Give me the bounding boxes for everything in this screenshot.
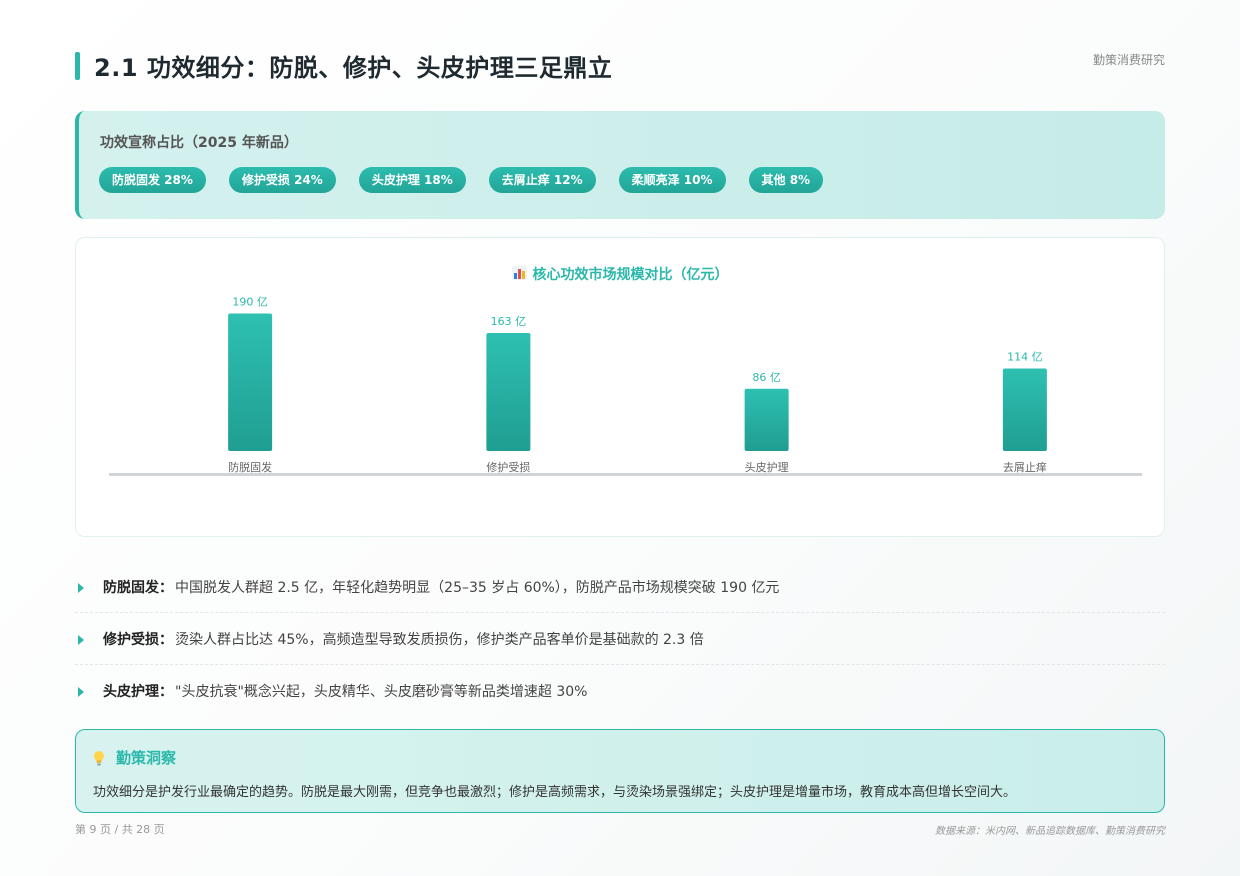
claim-pill: 其他 8%: [748, 167, 824, 193]
claim-pill: 柔顺亮泽 10%: [618, 167, 726, 193]
list-item: 头皮护理： "头皮抗衰"概念兴起，头皮精华、头皮磨砂膏等新品类增速超 30%: [75, 665, 1165, 717]
brand-label: 勤策消费研究: [1092, 53, 1165, 67]
page-title: 2.1 功效细分：防脱、修护、头皮护理三足鼎立: [94, 54, 613, 82]
claim-pill: 头皮护理 18%: [358, 167, 466, 193]
chart-card: 190 亿防脱固发 163 亿修护受损 86 亿头皮护理 114 亿去屑止痒 核心功效…: [75, 237, 1165, 537]
lightbulb-icon: [94, 751, 104, 766]
chart-title: 核心功效市场规模对比（亿元）: [532, 267, 729, 283]
point-label: 修护受损: [103, 631, 159, 648]
bar-value-label: 190 亿: [232, 295, 268, 308]
claims-panel: 功效宣称占比（2025 年新品） 防脱固发 28% 修护受损 24% 头皮护理 …: [75, 111, 1165, 219]
point-text: 中国脱发人群超 2.5 亿，年轻化趋势明显（25–35 岁占 60%），防脱产品…: [175, 579, 780, 596]
x-tick-label: 头皮护理: [745, 460, 789, 474]
claims-list: 防脱固发 28% 修护受损 24% 头皮护理 18% 去屑止痒 12% 柔顺亮泽…: [99, 167, 824, 193]
claim-pill: 修护受损 24%: [228, 167, 336, 193]
point-text: 烫染人群占比达 45%，高频造型导致发质损伤，修护类产品客单价是基础款的 2.3…: [175, 631, 704, 648]
x-axis-line: [109, 473, 1142, 476]
chart-bar: [228, 313, 273, 451]
caret-right-icon: [78, 583, 84, 593]
caret-right-icon: [78, 687, 84, 697]
bar-chart-icon: [511, 266, 527, 280]
x-tick-label: 防脱固发: [228, 460, 272, 474]
caret-right-icon: [78, 635, 84, 645]
insight-box: 勤策洞察 功效细分是护发行业最确定的趋势。防脱是最大刚需，但竞争也最激烈；修护是…: [75, 729, 1165, 813]
bar-value-label: 86 亿: [752, 371, 781, 384]
page-number: 第 9 页 / 共 28 页: [75, 823, 165, 836]
point-label: 头皮护理: [103, 684, 159, 700]
x-tick-label: 修护受损: [486, 460, 530, 474]
list-item: 防脱固发：中国脱发人群超 2.5 亿，年轻化趋势明显（25–35 岁占 60%）…: [75, 561, 1165, 613]
chart-bar: [1002, 368, 1047, 451]
insight-text: 功效细分是护发行业最确定的趋势。防脱是最大刚需，但竞争也最激烈；修护是高频需求，…: [93, 785, 1017, 800]
list-item: 修护受损：烫染人群占比达 45%，高频造型导致发质损伤，修护类产品客单价是基础款…: [75, 613, 1165, 665]
point-separator: ：: [159, 684, 173, 700]
point-separator: ：: [159, 579, 173, 596]
point-text: "头皮抗衰"概念兴起，头皮精华、头皮磨砂膏等新品类增速超 30%: [175, 684, 588, 700]
insight-title: 勤策洞察: [116, 749, 177, 767]
chart-heading: 核心功效市场规模对比（亿元）: [76, 264, 1164, 284]
analysis-points: 防脱固发：中国脱发人群超 2.5 亿，年轻化趋势明显（25–35 岁占 60%）…: [75, 561, 1165, 717]
claim-pill: 去屑止痒 12%: [488, 167, 596, 193]
data-source: 数据来源：米内网、新品追踪数据库、勤策消费研究: [935, 826, 1165, 837]
report-page: 2.1 功效细分：防脱、修护、头皮护理三足鼎立 勤策消费研究 功效宣称占比（20…: [0, 0, 1240, 876]
point-label: 防脱固发: [103, 579, 159, 596]
chart-bar: [486, 333, 531, 451]
title-accent-bar: [75, 52, 80, 80]
insight-header: 勤策洞察: [92, 747, 176, 768]
claims-title: 功效宣称占比（2025 年新品）: [100, 135, 298, 151]
bar-value-label: 114 亿: [1007, 350, 1043, 363]
bar-value-label: 163 亿: [491, 315, 527, 328]
point-separator: ：: [159, 631, 173, 648]
chart-bar: [744, 388, 789, 451]
x-tick-label: 去屑止痒: [1003, 460, 1047, 474]
claim-pill: 防脱固发 28%: [99, 167, 206, 193]
